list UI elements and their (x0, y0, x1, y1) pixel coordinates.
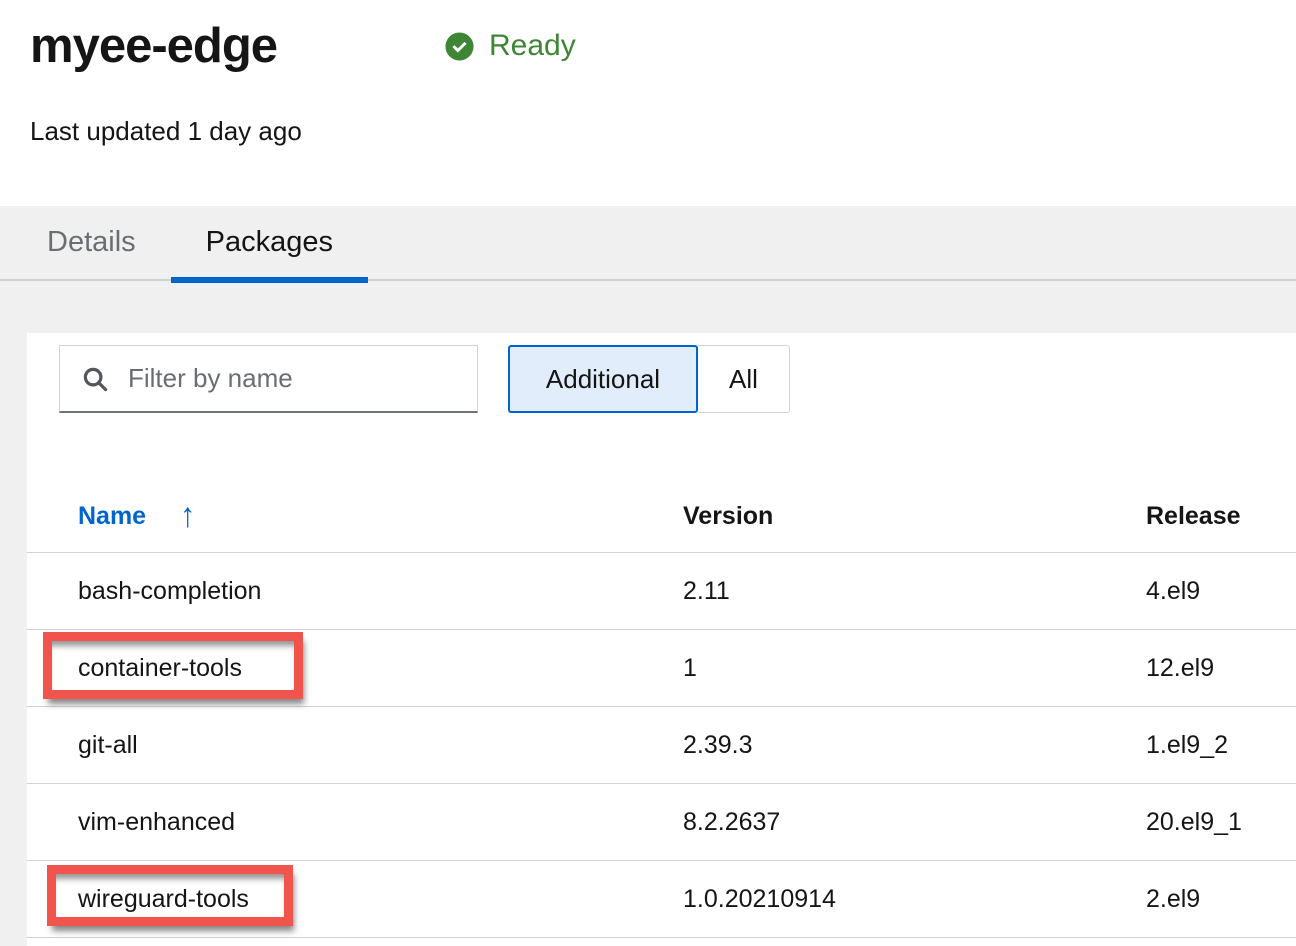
package-name-cell: container-tools (27, 654, 683, 683)
packages-panel: Additional All Name ↑ Version (27, 333, 1296, 946)
packages-table: Name ↑ Version Release bash-completion 2… (27, 480, 1296, 938)
tab-packages[interactable]: Packages (171, 206, 368, 279)
package-name-cell: wireguard-tools (27, 885, 683, 914)
page-title: myee-edge (30, 18, 277, 74)
tab-packages-label: Packages (206, 226, 333, 259)
package-type-toggle-group: Additional All (508, 345, 790, 413)
package-release-cell: 4.el9 (1146, 577, 1296, 606)
table-row: vim-enhanced 8.2.2637 20.el9_1 (27, 784, 1296, 861)
table-row: git-all 2.39.3 1.el9_2 (27, 707, 1296, 784)
package-release-cell: 2.el9 (1146, 885, 1296, 914)
column-header-version: Version (683, 502, 1146, 531)
package-version-cell: 1 (683, 654, 1146, 683)
table-body: bash-completion 2.11 4.el9 container-too… (27, 553, 1296, 938)
filter-input-wrapper[interactable] (59, 345, 478, 413)
filter-by-name-input[interactable] (126, 362, 460, 395)
arrow-up-icon: ↑ (180, 499, 195, 534)
column-header-name: Name ↑ (27, 501, 683, 531)
page-header: myee-edge Ready Last updated 1 day ago (0, 0, 1296, 207)
tab-details[interactable]: Details (12, 206, 171, 279)
toggle-additional-label: Additional (546, 364, 660, 395)
package-version-cell: 8.2.2637 (683, 808, 1146, 837)
package-name-cell: git-all (27, 731, 683, 760)
tab-details-label: Details (47, 226, 136, 259)
packages-toolbar: Additional All (27, 333, 1296, 413)
package-release-cell: 12.el9 (1146, 654, 1296, 683)
package-release-cell: 1.el9_2 (1146, 731, 1296, 760)
column-header-release: Release (1146, 502, 1296, 531)
check-circle-icon (445, 32, 474, 61)
package-version-cell: 2.11 (683, 577, 1146, 606)
content-area: Details Packages Additional (0, 206, 1296, 946)
toggle-all-label: All (729, 364, 758, 395)
tab-bar: Details Packages (0, 206, 1296, 281)
column-name-label: Name (78, 502, 146, 531)
table-header-row: Name ↑ Version Release (27, 480, 1296, 553)
package-release-cell: 20.el9_1 (1146, 808, 1296, 837)
device-detail-page: myee-edge Ready Last updated 1 day ago D… (0, 0, 1296, 946)
table-row: container-tools 1 12.el9 (27, 630, 1296, 707)
title-row: myee-edge Ready (30, 18, 1296, 74)
table-row: bash-completion 2.11 4.el9 (27, 553, 1296, 630)
package-version-cell: 1.0.20210914 (683, 885, 1146, 914)
search-icon (80, 364, 110, 394)
toggle-additional-button[interactable]: Additional (508, 345, 698, 413)
last-updated-text: Last updated 1 day ago (30, 116, 1296, 147)
table-row: wireguard-tools 1.0.20210914 2.el9 (27, 861, 1296, 938)
package-name-cell: vim-enhanced (27, 808, 683, 837)
package-name-cell: bash-completion (27, 577, 683, 606)
sort-by-name-button[interactable]: Name ↑ (78, 501, 195, 531)
status-label: Ready (489, 29, 576, 63)
toggle-all-button[interactable]: All (698, 345, 790, 413)
status-badge: Ready (445, 29, 576, 63)
package-version-cell: 2.39.3 (683, 731, 1146, 760)
